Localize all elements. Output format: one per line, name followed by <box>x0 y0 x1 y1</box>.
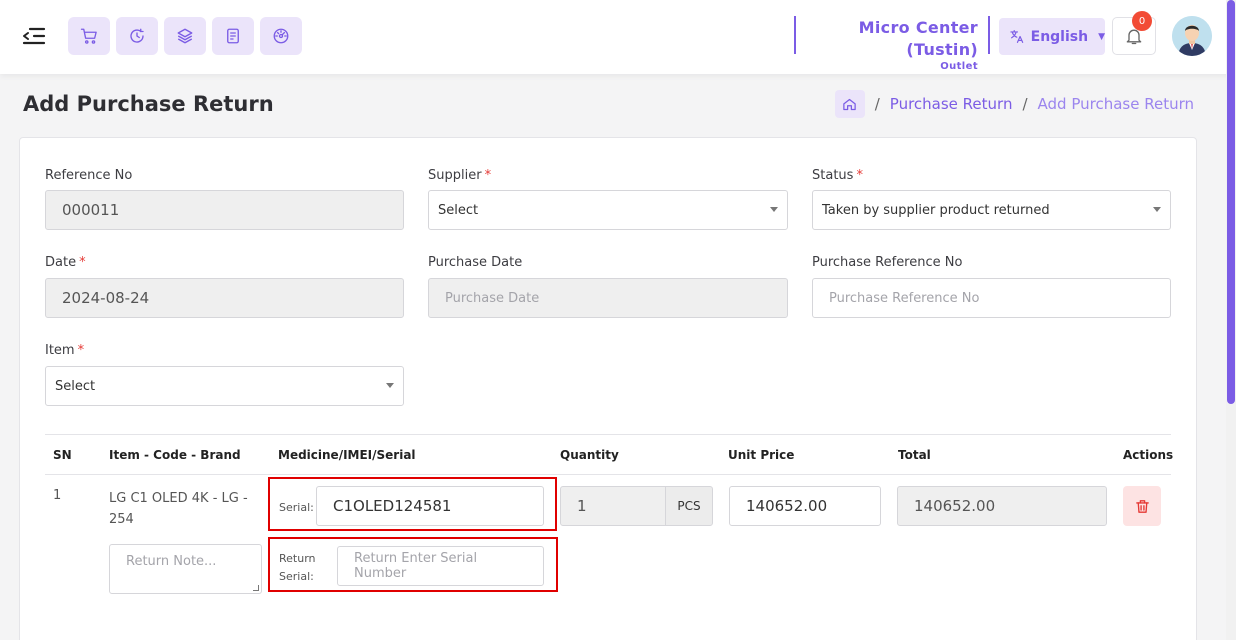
date-label: Date * <box>45 255 86 270</box>
row-item-name: LG C1 OLED 4K - LG - 254 <box>109 491 248 527</box>
outlet-name: Micro Center (Tustin) <box>858 18 978 59</box>
column-header-unit-price: Unit Price <box>728 448 795 462</box>
breadcrumb: / Purchase Return / Add Purchase Return <box>834 90 1194 118</box>
notification-count-badge: 0 <box>1132 11 1152 31</box>
unit-label: PCS <box>665 486 713 526</box>
language-dropdown[interactable]: English ▼ <box>999 18 1105 55</box>
column-header-total: Total <box>898 448 931 462</box>
serial-input[interactable]: C1OLED124581 <box>316 486 544 526</box>
chevron-down-icon <box>770 207 778 212</box>
item-select[interactable]: Select <box>45 366 404 406</box>
top-header: Micro Center (Tustin) Outlet English ▼ 0 <box>0 0 1236 74</box>
translate-icon <box>1010 30 1024 43</box>
delete-row-button[interactable] <box>1123 486 1161 526</box>
cart-icon[interactable] <box>68 17 110 55</box>
home-icon[interactable] <box>834 90 865 118</box>
breadcrumb-purchase-return[interactable]: Purchase Return <box>890 95 1013 113</box>
reference-no-label: Reference No <box>45 168 133 183</box>
total-field: 140652.00 <box>897 486 1107 526</box>
language-label: English <box>1030 28 1089 45</box>
chevron-down-icon <box>1153 207 1161 212</box>
user-avatar[interactable] <box>1172 16 1212 56</box>
page-title: Add Purchase Return <box>23 92 274 116</box>
unit-price-input[interactable]: 140652.00 <box>729 486 881 526</box>
quick-access-bar <box>68 17 302 55</box>
chevron-down-icon <box>386 383 394 388</box>
outlet-info: Micro Center (Tustin) Outlet <box>794 16 990 72</box>
return-serial-input[interactable]: Return Enter Serial Number <box>337 546 544 586</box>
trash-icon <box>1135 499 1149 513</box>
reference-no-field[interactable]: 000011 <box>45 190 404 230</box>
return-note-textarea[interactable]: Return Note... <box>109 544 262 594</box>
chevron-down-icon: ▼ <box>1098 31 1105 42</box>
dashboard-icon[interactable] <box>260 17 302 55</box>
receipt-icon[interactable] <box>212 17 254 55</box>
supplier-label: Supplier * <box>428 168 492 183</box>
menu-toggle-icon[interactable] <box>22 26 46 46</box>
items-table-header: SN Item - Code - Brand Medicine/IMEI/Ser… <box>45 434 1174 475</box>
breadcrumb-separator: / <box>874 95 880 113</box>
row-sn: 1 <box>53 488 62 503</box>
page-scrollbar-thumb[interactable] <box>1227 0 1235 404</box>
purchase-date-field[interactable]: Purchase Date <box>428 278 788 318</box>
serial-label: Serial: <box>279 501 314 514</box>
status-label: Status * <box>812 168 863 183</box>
item-label: Item * <box>45 343 85 358</box>
clock-icon[interactable] <box>116 17 158 55</box>
quantity-input[interactable]: 1 <box>560 486 666 526</box>
column-header-sn: SN <box>53 448 72 462</box>
return-serial-label: Return Serial: <box>279 552 316 583</box>
column-header-serial: Medicine/IMEI/Serial <box>278 448 416 462</box>
outlet-label: Outlet <box>940 61 978 72</box>
status-select[interactable]: Taken by supplier product returned <box>812 190 1171 230</box>
breadcrumb-separator: / <box>1022 95 1028 113</box>
supplier-select[interactable]: Select <box>428 190 788 230</box>
purchase-reference-field[interactable]: Purchase Reference No <box>812 278 1171 318</box>
resize-handle-icon[interactable] <box>253 585 259 591</box>
purchase-reference-label: Purchase Reference No <box>812 255 963 270</box>
column-header-actions: Actions <box>1123 448 1174 462</box>
column-header-quantity: Quantity <box>560 448 619 462</box>
date-field[interactable]: 2024-08-24 <box>45 278 404 318</box>
breadcrumb-current: Add Purchase Return <box>1037 95 1194 113</box>
layers-icon[interactable] <box>164 17 206 55</box>
purchase-date-label: Purchase Date <box>428 255 523 270</box>
column-header-item: Item - Code - Brand <box>109 448 241 462</box>
